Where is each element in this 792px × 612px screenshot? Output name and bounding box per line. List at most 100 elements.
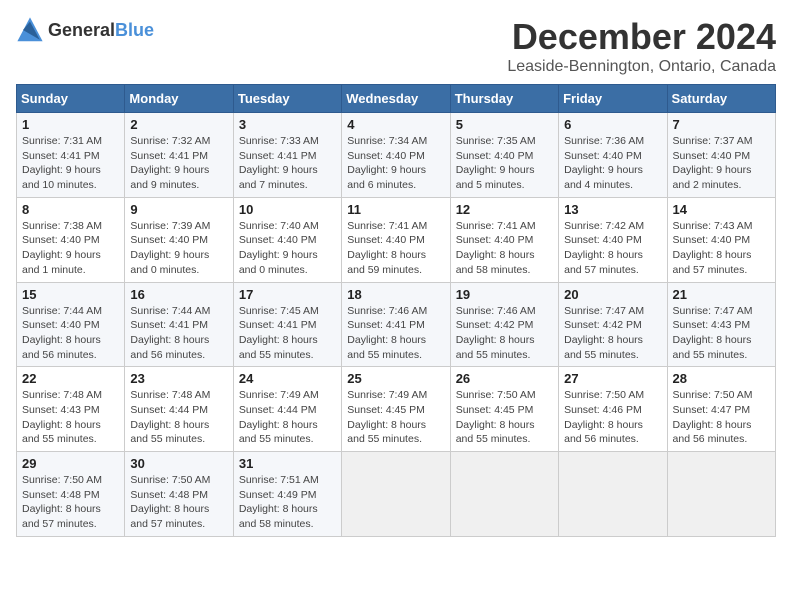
day-header-monday: Monday <box>125 85 233 113</box>
calendar-cell: 8Sunrise: 7:38 AM Sunset: 4:40 PM Daylig… <box>17 197 125 282</box>
calendar-cell: 25Sunrise: 7:49 AM Sunset: 4:45 PM Dayli… <box>342 367 450 452</box>
calendar-cell: 1Sunrise: 7:31 AM Sunset: 4:41 PM Daylig… <box>17 113 125 198</box>
logo: GeneralBlue <box>16 16 154 44</box>
calendar-cell: 4 Sunrise: 7:34 AM Sunset: 4:40 PM Daylig… <box>342 113 450 198</box>
calendar-table: SundayMondayTuesdayWednesdayThursdayFrid… <box>16 84 776 537</box>
calendar-cell: 19 Sunrise: 7:46 AM Sunset: 4:42 PM Dayli… <box>450 282 558 367</box>
day-number: 1 <box>22 117 119 132</box>
calendar-week-row: 1Sunrise: 7:31 AM Sunset: 4:41 PM Daylig… <box>17 113 776 198</box>
day-info: Sunrise: 7:32 AM Sunset: 4:41 PM Dayligh… <box>130 134 227 193</box>
day-header-wednesday: Wednesday <box>342 85 450 113</box>
day-number: 14 <box>673 202 770 217</box>
day-info: Sunrise: 7:44 AM Sunset: 4:41 PM Dayligh… <box>130 304 227 363</box>
day-number: 19 <box>456 287 553 302</box>
calendar-cell: 5 Sunrise: 7:35 AM Sunset: 4:40 PM Daylig… <box>450 113 558 198</box>
day-info: Sunrise: 7:44 AM Sunset: 4:40 PM Dayligh… <box>22 304 119 363</box>
day-number: 30 <box>130 456 227 471</box>
calendar-cell <box>559 452 667 537</box>
calendar-cell: 15 Sunrise: 7:44 AM Sunset: 4:40 PM Dayli… <box>17 282 125 367</box>
calendar-cell: 7 Sunrise: 7:37 AM Sunset: 4:40 PM Daylig… <box>667 113 775 198</box>
day-info: Sunrise: 7:48 AM Sunset: 4:44 PM Dayligh… <box>130 388 227 447</box>
calendar-cell: 12 Sunrise: 7:41 AM Sunset: 4:40 PM Dayli… <box>450 197 558 282</box>
day-info: Sunrise: 7:47 AM Sunset: 4:43 PM Dayligh… <box>673 304 770 363</box>
calendar-week-row: 8Sunrise: 7:38 AM Sunset: 4:40 PM Daylig… <box>17 197 776 282</box>
day-number: 27 <box>564 371 661 386</box>
calendar-cell: 24 Sunrise: 7:49 AM Sunset: 4:44 PM Dayli… <box>233 367 341 452</box>
day-number: 23 <box>130 371 227 386</box>
day-info: Sunrise: 7:41 AM Sunset: 4:40 PM Dayligh… <box>456 219 553 278</box>
day-number: 16 <box>130 287 227 302</box>
calendar-cell <box>450 452 558 537</box>
day-header-tuesday: Tuesday <box>233 85 341 113</box>
day-number: 17 <box>239 287 336 302</box>
day-number: 5 <box>456 117 553 132</box>
day-info: Sunrise: 7:49 AM Sunset: 4:44 PM Dayligh… <box>239 388 336 447</box>
day-number: 9 <box>130 202 227 217</box>
day-number: 20 <box>564 287 661 302</box>
day-info: Sunrise: 7:41 AM Sunset: 4:40 PM Dayligh… <box>347 219 444 278</box>
day-number: 11 <box>347 202 444 217</box>
day-header-saturday: Saturday <box>667 85 775 113</box>
calendar-cell: 3Sunrise: 7:33 AM Sunset: 4:41 PM Daylig… <box>233 113 341 198</box>
logo-blue-text: Blue <box>115 20 154 40</box>
day-info: Sunrise: 7:34 AM Sunset: 4:40 PM Dayligh… <box>347 134 444 193</box>
day-number: 13 <box>564 202 661 217</box>
calendar-week-row: 29 Sunrise: 7:50 AM Sunset: 4:48 PM Dayli… <box>17 452 776 537</box>
day-info: Sunrise: 7:50 AM Sunset: 4:46 PM Dayligh… <box>564 388 661 447</box>
day-info: Sunrise: 7:50 AM Sunset: 4:45 PM Dayligh… <box>456 388 553 447</box>
day-number: 26 <box>456 371 553 386</box>
day-info: Sunrise: 7:50 AM Sunset: 4:48 PM Dayligh… <box>130 473 227 532</box>
location-title: Leaside-Bennington, Ontario, Canada <box>507 58 776 76</box>
day-number: 12 <box>456 202 553 217</box>
day-number: 28 <box>673 371 770 386</box>
calendar-week-row: 15 Sunrise: 7:44 AM Sunset: 4:40 PM Dayli… <box>17 282 776 367</box>
day-header-sunday: Sunday <box>17 85 125 113</box>
logo-general-text: General <box>48 20 115 40</box>
calendar-cell: 27 Sunrise: 7:50 AM Sunset: 4:46 PM Dayli… <box>559 367 667 452</box>
calendar-cell <box>342 452 450 537</box>
day-number: 15 <box>22 287 119 302</box>
day-info: Sunrise: 7:40 AM Sunset: 4:40 PM Dayligh… <box>239 219 336 278</box>
day-number: 25 <box>347 371 444 386</box>
day-info: Sunrise: 7:38 AM Sunset: 4:40 PM Dayligh… <box>22 219 119 278</box>
day-info: Sunrise: 7:51 AM Sunset: 4:49 PM Dayligh… <box>239 473 336 532</box>
calendar-cell <box>667 452 775 537</box>
calendar-cell: 9 Sunrise: 7:39 AM Sunset: 4:40 PM Daylig… <box>125 197 233 282</box>
calendar-cell: 23 Sunrise: 7:48 AM Sunset: 4:44 PM Dayli… <box>125 367 233 452</box>
calendar-cell: 31Sunrise: 7:51 AM Sunset: 4:49 PM Dayli… <box>233 452 341 537</box>
logo-icon <box>16 16 44 44</box>
day-info: Sunrise: 7:35 AM Sunset: 4:40 PM Dayligh… <box>456 134 553 193</box>
day-header-friday: Friday <box>559 85 667 113</box>
day-info: Sunrise: 7:42 AM Sunset: 4:40 PM Dayligh… <box>564 219 661 278</box>
day-info: Sunrise: 7:45 AM Sunset: 4:41 PM Dayligh… <box>239 304 336 363</box>
day-info: Sunrise: 7:36 AM Sunset: 4:40 PM Dayligh… <box>564 134 661 193</box>
calendar-cell: 29 Sunrise: 7:50 AM Sunset: 4:48 PM Dayli… <box>17 452 125 537</box>
day-header-thursday: Thursday <box>450 85 558 113</box>
calendar-cell: 10 Sunrise: 7:40 AM Sunset: 4:40 PM Dayli… <box>233 197 341 282</box>
calendar-cell: 30 Sunrise: 7:50 AM Sunset: 4:48 PM Dayli… <box>125 452 233 537</box>
day-number: 29 <box>22 456 119 471</box>
day-info: Sunrise: 7:50 AM Sunset: 4:48 PM Dayligh… <box>22 473 119 532</box>
calendar-cell: 28Sunrise: 7:50 AM Sunset: 4:47 PM Dayli… <box>667 367 775 452</box>
day-info: Sunrise: 7:48 AM Sunset: 4:43 PM Dayligh… <box>22 388 119 447</box>
day-number: 18 <box>347 287 444 302</box>
calendar-cell: 17 Sunrise: 7:45 AM Sunset: 4:41 PM Dayli… <box>233 282 341 367</box>
day-number: 2 <box>130 117 227 132</box>
calendar-cell: 18Sunrise: 7:46 AM Sunset: 4:41 PM Dayli… <box>342 282 450 367</box>
day-number: 7 <box>673 117 770 132</box>
day-number: 4 <box>347 117 444 132</box>
day-info: Sunrise: 7:37 AM Sunset: 4:40 PM Dayligh… <box>673 134 770 193</box>
calendar-cell: 21Sunrise: 7:47 AM Sunset: 4:43 PM Dayli… <box>667 282 775 367</box>
day-info: Sunrise: 7:46 AM Sunset: 4:42 PM Dayligh… <box>456 304 553 363</box>
day-info: Sunrise: 7:39 AM Sunset: 4:40 PM Dayligh… <box>130 219 227 278</box>
day-number: 24 <box>239 371 336 386</box>
day-info: Sunrise: 7:33 AM Sunset: 4:41 PM Dayligh… <box>239 134 336 193</box>
day-number: 6 <box>564 117 661 132</box>
calendar-header-row: SundayMondayTuesdayWednesdayThursdayFrid… <box>17 85 776 113</box>
calendar-cell: 20Sunrise: 7:47 AM Sunset: 4:42 PM Dayli… <box>559 282 667 367</box>
calendar-cell: 2 Sunrise: 7:32 AM Sunset: 4:41 PM Daylig… <box>125 113 233 198</box>
calendar-cell: 6 Sunrise: 7:36 AM Sunset: 4:40 PM Daylig… <box>559 113 667 198</box>
title-area: December 2024 Leaside-Bennington, Ontari… <box>507 16 776 76</box>
day-number: 10 <box>239 202 336 217</box>
calendar-week-row: 22Sunrise: 7:48 AM Sunset: 4:43 PM Dayli… <box>17 367 776 452</box>
